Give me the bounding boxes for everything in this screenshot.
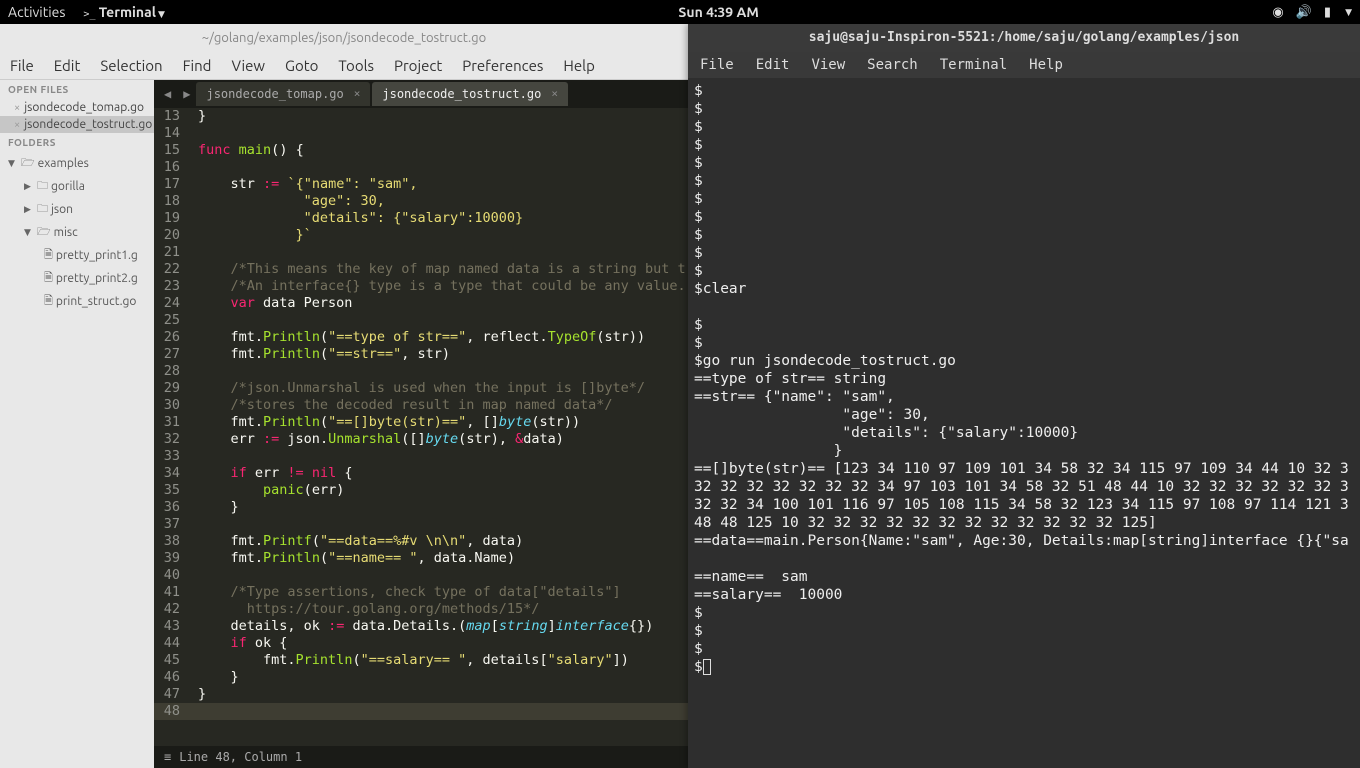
activities-button[interactable]: Activities [8, 4, 65, 20]
menu-view[interactable]: View [231, 57, 265, 74]
close-icon[interactable]: × [14, 119, 20, 131]
code-editor[interactable]: 13}1415func main() {1617 str := `{"name"… [154, 108, 688, 746]
open-file-2[interactable]: ×jsondecode_tostruct.go [0, 116, 154, 133]
file-icon: 🗎 [44, 292, 53, 311]
menu-goto[interactable]: Goto [285, 57, 318, 74]
close-icon[interactable]: × [354, 82, 361, 106]
folder-open-icon: 🗁 [21, 154, 35, 173]
folder-icon: 🗀 [37, 177, 48, 196]
tab-row: ◀ ▶ jsondecode_tomap.go× jsondecode_tost… [154, 80, 688, 108]
clock[interactable]: Sun 4:39 AM [165, 4, 1273, 20]
menu-edit[interactable]: Edit [54, 57, 81, 74]
sidebar: OPEN FILES ×jsondecode_tomap.go ×jsondec… [0, 80, 154, 768]
menu-project[interactable]: Project [394, 57, 442, 74]
tab-tostruct[interactable]: jsondecode_tostruct.go× [372, 82, 568, 106]
menu-preferences[interactable]: Preferences [462, 57, 543, 74]
nav-back-icon[interactable]: ◀ [158, 87, 177, 101]
close-icon[interactable]: × [14, 102, 20, 114]
file-pretty-print2[interactable]: 🗎pretty_print2.g [0, 267, 154, 290]
wifi-icon[interactable]: ◉ [1272, 5, 1283, 20]
code-area: ◀ ▶ jsondecode_tomap.go× jsondecode_tost… [154, 80, 688, 768]
status-bar: ≡ Line 48, Column 1 [154, 746, 688, 768]
terminal-body[interactable]: $ $ $ $ $ $ $ $ $ $ $ $clear $ $ $go run… [688, 78, 1360, 768]
chevron-down-icon: ▼ [8, 158, 18, 169]
menu-selection[interactable]: Selection [100, 57, 162, 74]
gnome-topbar: Activities >_ Terminal▼ Sun 4:39 AM ◉ 🔊 … [0, 0, 1360, 24]
editor-titlebar: ~/golang/examples/json/jsondecode_tostru… [0, 24, 688, 52]
cursor [703, 659, 711, 675]
close-icon[interactable]: × [551, 82, 558, 106]
open-file-1[interactable]: ×jsondecode_tomap.go [0, 99, 154, 116]
active-app[interactable]: >_ Terminal▼ [83, 4, 164, 20]
folder-open-icon: 🗁 [37, 223, 51, 242]
menu-help[interactable]: Help [563, 57, 594, 74]
status-hamburger-icon[interactable]: ≡ [164, 750, 171, 764]
volume-icon[interactable]: 🔊 [1296, 5, 1312, 20]
term-menu-help[interactable]: Help [1029, 57, 1063, 73]
terminal-window: saju@saju-Inspiron-5521:/home/saju/golan… [688, 24, 1360, 768]
chevron-right-icon: ▶ [24, 181, 34, 192]
chevron-down-icon: ▼ [158, 9, 165, 19]
folder-gorilla[interactable]: ▶🗀gorilla [0, 175, 154, 198]
nav-forward-icon[interactable]: ▶ [177, 87, 196, 101]
chevron-down-icon: ▼ [24, 227, 34, 238]
term-menu-file[interactable]: File [700, 57, 734, 73]
folder-root[interactable]: ▼🗁examples [0, 152, 154, 175]
folder-misc[interactable]: ▼🗁misc [0, 221, 154, 244]
terminal-menubar: File Edit View Search Terminal Help [688, 52, 1360, 78]
file-icon: 🗎 [44, 246, 53, 265]
terminal-titlebar: saju@saju-Inspiron-5521:/home/saju/golan… [688, 24, 1360, 52]
editor-menubar: File Edit Selection Find View Goto Tools… [0, 52, 688, 80]
chevron-right-icon: ▶ [24, 204, 34, 215]
editor-window: ~/golang/examples/json/jsondecode_tostru… [0, 24, 688, 768]
battery-icon[interactable]: ▮ [1324, 5, 1331, 20]
tab-tomap[interactable]: jsondecode_tomap.go× [196, 82, 370, 106]
status-position: Line 48, Column 1 [179, 750, 302, 764]
system-menu-icon[interactable]: ▼ [1345, 7, 1352, 18]
menu-find[interactable]: Find [183, 57, 212, 74]
file-print-struct[interactable]: 🗎print_struct.go [0, 290, 154, 313]
folder-json[interactable]: ▶🗀json [0, 198, 154, 221]
menu-tools[interactable]: Tools [338, 57, 374, 74]
open-files-header: OPEN FILES [0, 80, 154, 99]
folders-header: FOLDERS [0, 133, 154, 152]
term-menu-terminal[interactable]: Terminal [940, 57, 1007, 73]
folder-icon: 🗀 [37, 200, 48, 219]
file-pretty-print1[interactable]: 🗎pretty_print1.g [0, 244, 154, 267]
term-menu-view[interactable]: View [811, 57, 845, 73]
menu-file[interactable]: File [10, 57, 34, 74]
term-menu-edit[interactable]: Edit [756, 57, 790, 73]
terminal-icon: >_ [83, 9, 95, 20]
term-menu-search[interactable]: Search [867, 57, 918, 73]
file-icon: 🗎 [44, 269, 53, 288]
